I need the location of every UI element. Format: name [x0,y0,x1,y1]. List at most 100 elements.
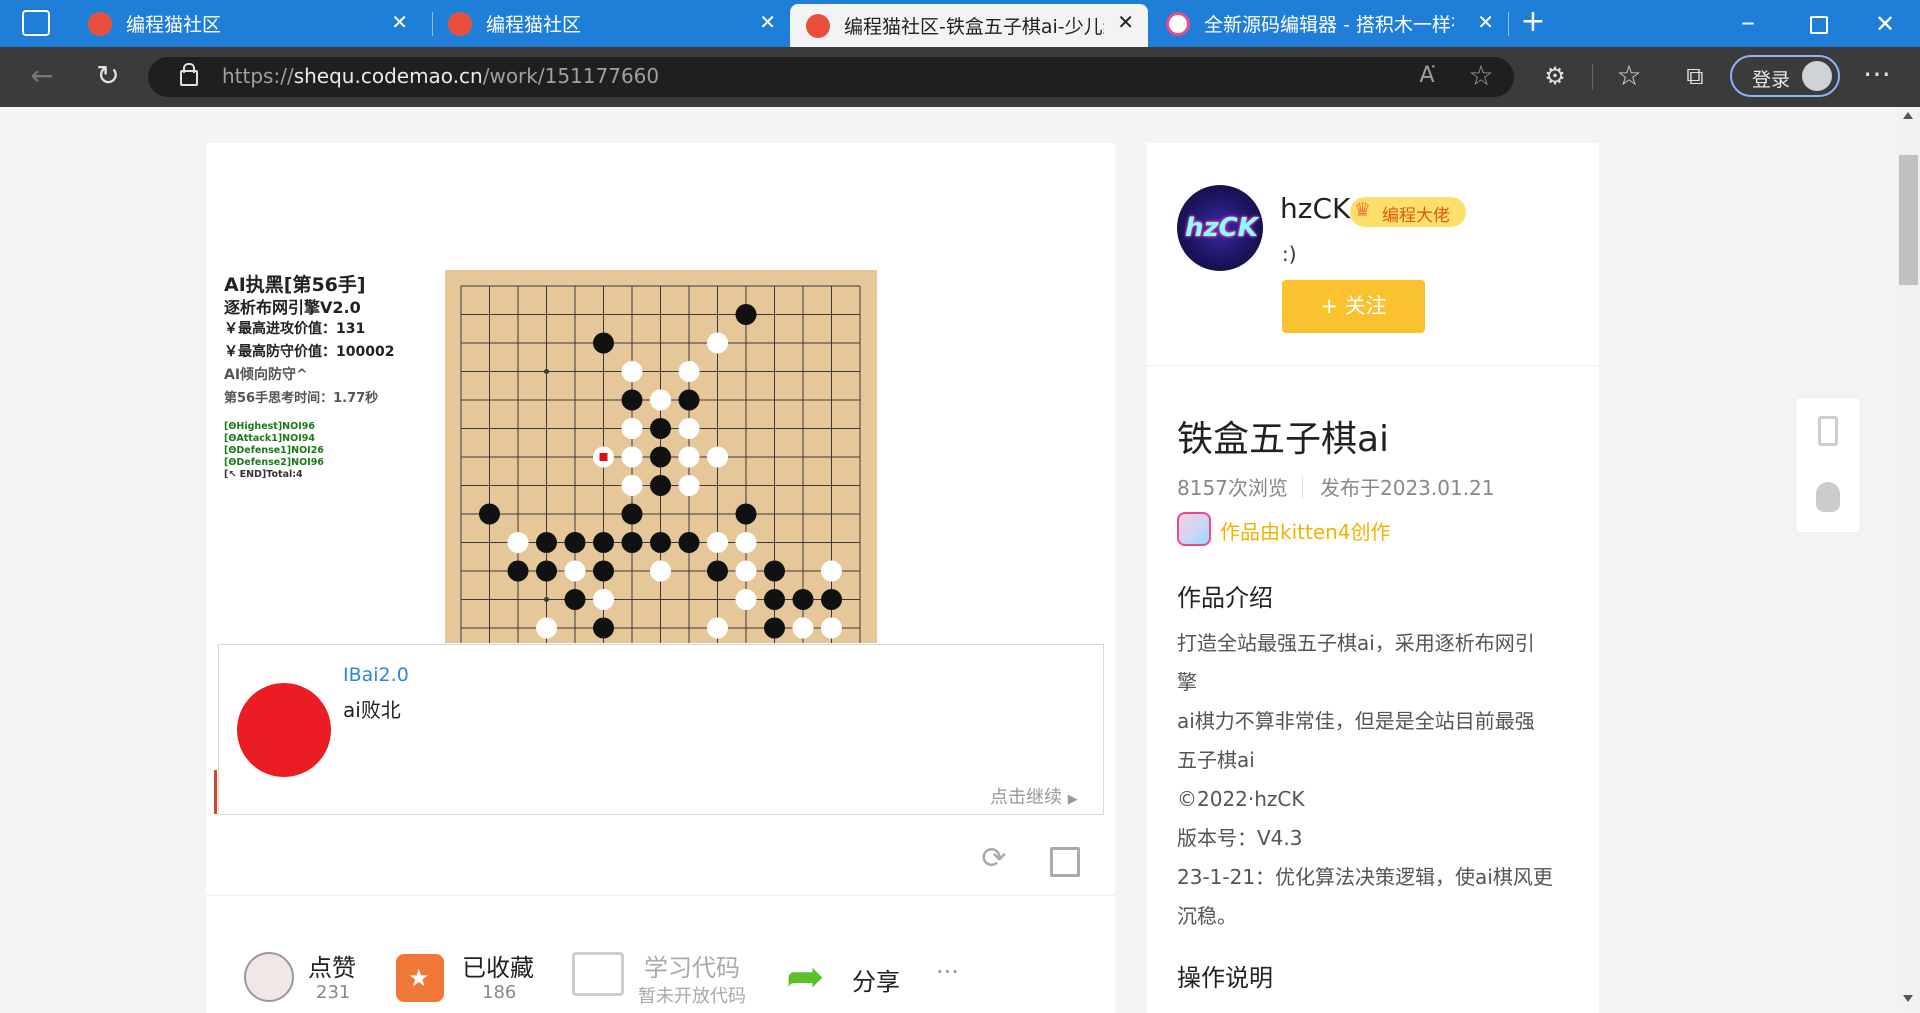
thumbs-up-icon [244,952,294,1002]
black-stone [650,446,671,468]
back-arrow-icon[interactable]: ← [26,62,58,90]
board-grid[interactable] [445,270,877,643]
tab-title: 编程猫社区-铁盒五子棋ai-少儿编 [844,16,1104,38]
black-stone [735,304,757,325]
publish-date: 发布于2023.01.21 [1320,476,1495,500]
login-button[interactable]: 登录 [1730,55,1840,97]
white-stone [507,532,529,553]
white-stone [821,560,842,582]
white-stone [621,446,643,468]
fullscreen-icon[interactable] [1050,847,1080,877]
author-avatar[interactable]: hzCK [1177,185,1263,271]
debug-log: [ΘHighest]NOI96 [ΘAttack1]NOI94 [ΘDefens… [224,421,324,481]
speaker-name: IBai2.0 [343,664,409,686]
toolbar-separator [1592,64,1593,90]
qq-penguin-icon[interactable] [1816,482,1840,512]
tab-3-active[interactable]: 编程猫社区-铁盒五子棋ai-少儿编 ✕ [790,4,1148,47]
black-stone [764,589,785,610]
last-move-marker [599,453,608,461]
gomoku-board[interactable] [445,270,877,643]
dialog-message: ai败北 [343,698,401,722]
scroll-up-icon[interactable] [1903,112,1913,119]
plus-icon[interactable]: + [1518,7,1548,37]
intro-line: 23-1-21：优化算法决策逻辑，使ai棋风更 [1177,865,1553,889]
learn-code-action[interactable]: 学习代码 暂未开放代码 [572,948,762,1008]
tab-2[interactable]: 编程猫社区 ✕ [432,0,790,47]
restart-icon[interactable]: ⟳ [978,844,1010,874]
tab-title: 编程猫社区 [486,14,582,36]
collect-action[interactable]: ★ 已收藏 186 [396,948,546,1008]
close-icon[interactable]: ✕ [1870,10,1900,38]
white-stone [621,361,643,382]
tab-1[interactable]: 编程猫社区 ✕ [72,0,422,47]
puzzle-icon[interactable]: ⚙ [1540,62,1570,90]
white-stone [678,418,700,439]
kitten-favicon [1166,11,1190,36]
collect-label: 已收藏 [462,954,534,982]
share-label: 分享 [852,968,900,996]
black-stone [507,560,529,582]
collections-icon[interactable]: ⧉ [1680,62,1710,90]
created-with[interactable]: 作品由kitten4创作 [1220,516,1391,545]
white-stone [536,617,557,639]
close-tab-icon[interactable]: ✕ [391,10,408,34]
close-tab-icon[interactable]: ✕ [1477,10,1494,34]
black-stone [536,532,557,553]
scrollbar-thumb[interactable] [1899,155,1918,285]
more-icon[interactable]: ⋯ [1862,60,1892,88]
scroll-down-icon[interactable] [1903,995,1913,1002]
attack-value: ￥最高进攻价值：131 [224,321,366,337]
black-stone [735,503,757,525]
restore-icon[interactable] [1810,16,1828,34]
white-stone [678,475,700,496]
star-plus-icon[interactable]: ☆ [1466,62,1496,90]
black-stone [593,560,614,582]
tablet-icon[interactable] [1818,416,1838,446]
profile-avatar-icon [1802,61,1832,91]
share-action[interactable]: ➦ 分享 [786,948,906,1008]
intro-line: 打造全站最强五子棋ai，采用逐析布网引 [1177,631,1535,655]
black-stone [621,532,643,553]
star-point [544,369,549,374]
tab-4[interactable]: 全新源码编辑器 - 搭积木一样有趣 ✕ [1150,0,1508,47]
like-action[interactable]: 点赞 231 [244,948,356,1008]
intro-line: ai棋力不算非常佳，但是是全站目前最强 [1177,709,1535,733]
white-stone [621,475,643,496]
debug-line: [ΘAttack1]NOI94 [224,433,315,444]
black-stone [764,617,785,639]
white-stone [707,532,728,553]
black-stone [678,389,700,411]
ai-tendency: AI倾向防守^ [224,367,308,383]
black-stone [621,503,643,525]
minimize-icon[interactable]: – [1736,8,1760,36]
url-text[interactable]: https://shequ.codemao.cn/work/151177660 [222,64,659,88]
view-count: 8157次浏览 [1177,476,1288,500]
refresh-icon[interactable]: ↻ [92,62,124,90]
continue-prompt[interactable]: 点击继续 ▶ [990,783,1078,809]
author-name[interactable]: hzCK [1280,192,1350,225]
star-icon: ★ [408,964,430,992]
intro-heading: 作品介绍 [1177,584,1273,612]
meta-separator [1302,476,1303,498]
black-stone [621,389,643,411]
white-stone [707,332,728,354]
avatar-text: hzCK [1185,213,1258,243]
black-stone [678,532,700,553]
more-actions-icon[interactable]: ··· [936,958,959,986]
white-stone [678,361,700,382]
tab-actions-icon[interactable] [22,10,50,36]
favorites-icon[interactable]: ☆ [1614,62,1644,90]
white-stone [621,418,643,439]
follow-button[interactable]: + 关注 [1282,280,1425,333]
like-label: 点赞 [308,954,356,982]
close-tab-icon[interactable]: ✕ [759,10,776,34]
white-stone [792,617,814,639]
intro-text: 打造全站最强五子棋ai，采用逐析布网引 擎 ai棋力不算非常佳，但是是全站目前最… [1177,624,1553,936]
black-stone [821,589,842,610]
kitten4-icon [1177,512,1211,546]
read-aloud-icon[interactable]: A͘ [1412,62,1442,90]
badge-label: 编程大佬 [1382,206,1450,226]
tab-title: 全新源码编辑器 - 搭积木一样有趣 [1204,14,1454,36]
close-tab-icon[interactable]: ✕ [1117,10,1134,34]
intro-line: ©2022·hzCK [1177,787,1305,811]
